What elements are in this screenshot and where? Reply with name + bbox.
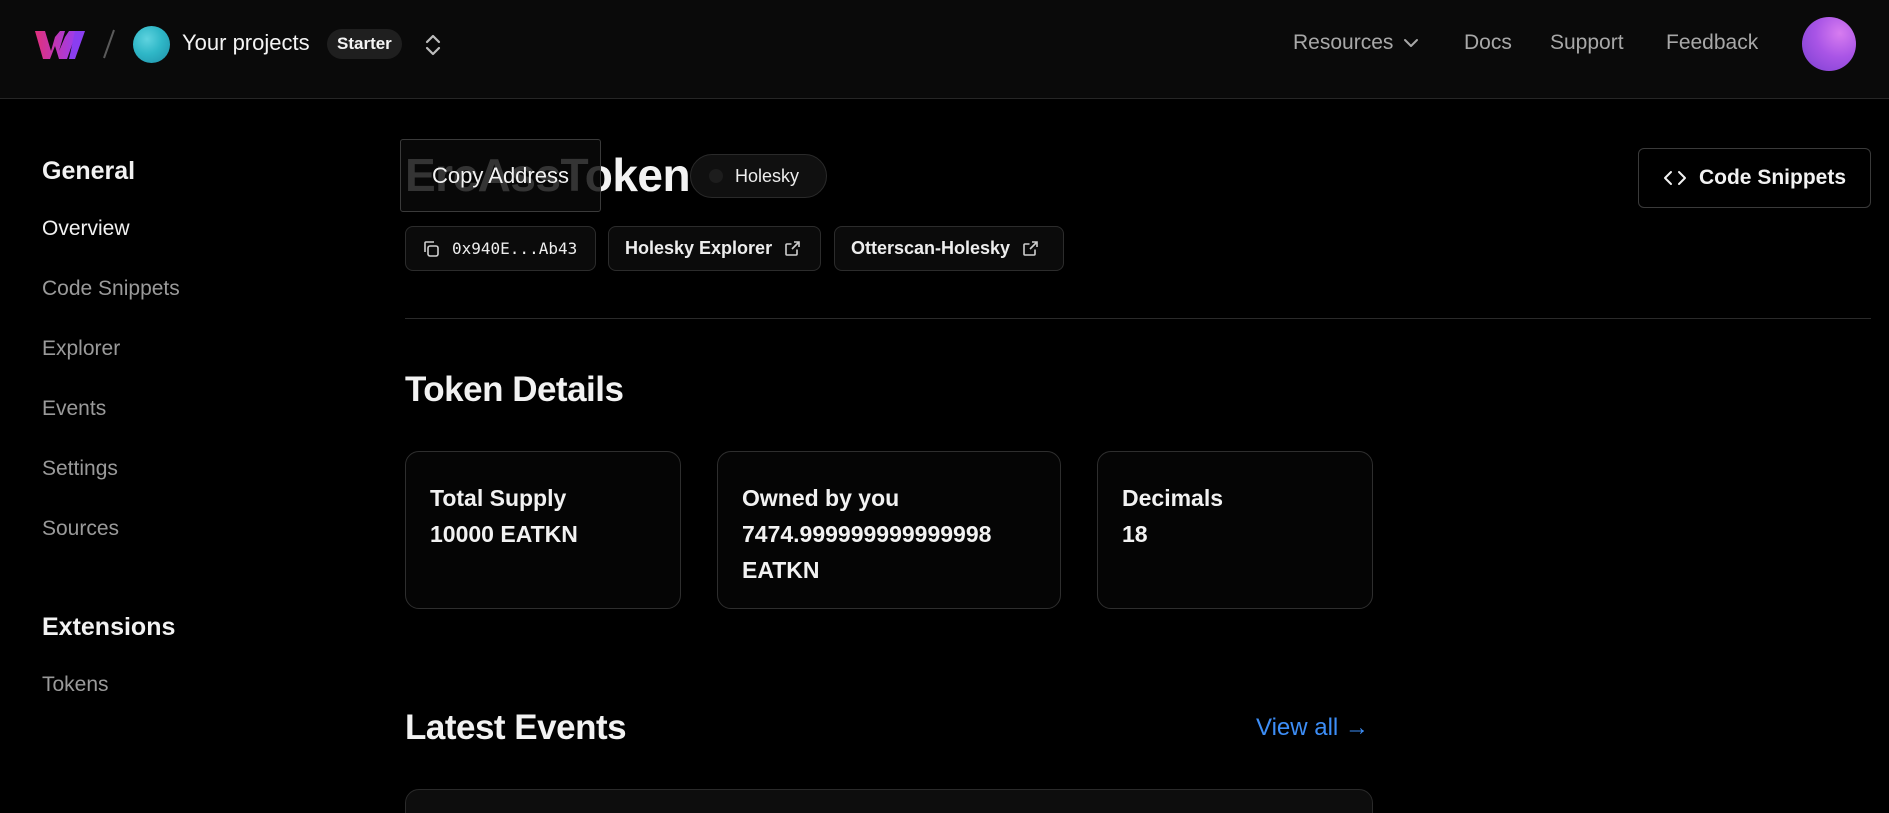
nav-support[interactable]: Support <box>1550 31 1624 55</box>
owned-by-you-card: Owned by you 7474.999999999999998 EATKN <box>717 451 1061 609</box>
decimals-label: Decimals <box>1122 485 1224 511</box>
holesky-explorer-link[interactable]: Holesky Explorer <box>608 226 821 271</box>
code-brackets-icon <box>1663 171 1686 185</box>
plan-badge: Starter <box>327 29 402 59</box>
sidebar: General Overview Code Snippets Explorer … <box>0 99 380 813</box>
owned-by-you-value: 7474.999999999999998 EATKN <box>742 521 992 583</box>
nav-resources[interactable]: Resources <box>1293 31 1419 55</box>
section-divider <box>405 318 1871 319</box>
total-supply-label: Total Supply <box>430 485 567 511</box>
sidebar-heading-extensions: Extensions <box>42 613 176 641</box>
top-header: Your projects Starter Resources Docs Sup… <box>0 0 1889 99</box>
sidebar-item-code-snippets[interactable]: Code Snippets <box>42 277 180 301</box>
token-details-title: Token Details <box>405 370 624 409</box>
view-all-events-link[interactable]: View all → <box>1256 714 1369 742</box>
external-link-icon <box>1023 241 1038 256</box>
chevron-down-icon <box>1404 39 1419 47</box>
sidebar-heading-general: General <box>42 157 136 185</box>
copy-address-button[interactable]: 0x940E...Ab43 <box>405 226 596 271</box>
code-snippets-button[interactable]: Code Snippets <box>1638 148 1871 208</box>
nav-docs[interactable]: Docs <box>1464 31 1512 55</box>
sidebar-item-settings[interactable]: Settings <box>42 457 118 481</box>
project-avatar[interactable] <box>133 26 170 63</box>
owned-by-you-label: Owned by you <box>742 485 900 511</box>
otterscan-holesky-label: Otterscan-Holesky <box>851 238 1011 258</box>
network-badge: Holesky <box>690 154 827 198</box>
code-snippets-label: Code Snippets <box>1698 166 1846 189</box>
network-icon <box>709 169 723 183</box>
external-link-icon <box>785 241 800 256</box>
nav-resources-label: Resources <box>1293 31 1394 54</box>
nav-feedback[interactable]: Feedback <box>1666 31 1758 55</box>
decimals-value: 18 <box>1122 521 1148 547</box>
otterscan-holesky-link[interactable]: Otterscan-Holesky <box>834 226 1064 271</box>
copy-icon <box>424 240 439 257</box>
sidebar-item-sources[interactable]: Sources <box>42 517 119 541</box>
contract-address: 0x940E...Ab43 <box>452 239 578 258</box>
sidebar-item-events[interactable]: Events <box>42 397 106 421</box>
sidebar-item-tokens[interactable]: Tokens <box>42 673 109 697</box>
network-label: Holesky <box>735 165 800 186</box>
sidebar-item-overview[interactable]: Overview <box>42 217 130 241</box>
total-supply-value: 10000 EATKN <box>430 521 578 547</box>
breadcrumb-slash-icon <box>103 29 115 59</box>
copy-address-tooltip: Copy Address <box>400 139 601 212</box>
project-switcher-chevrons-icon[interactable] <box>420 31 446 59</box>
holesky-explorer-label: Holesky Explorer <box>625 238 773 258</box>
decimals-card: Decimals 18 <box>1097 451 1373 609</box>
sidebar-item-explorer[interactable]: Explorer <box>42 337 120 361</box>
user-avatar[interactable] <box>1802 17 1856 71</box>
latest-events-title: Latest Events <box>405 708 627 747</box>
brand-logo-icon[interactable] <box>35 29 85 61</box>
project-name[interactable]: Your projects <box>182 30 310 56</box>
events-table <box>405 789 1373 813</box>
total-supply-card: Total Supply 10000 EATKN <box>405 451 681 609</box>
